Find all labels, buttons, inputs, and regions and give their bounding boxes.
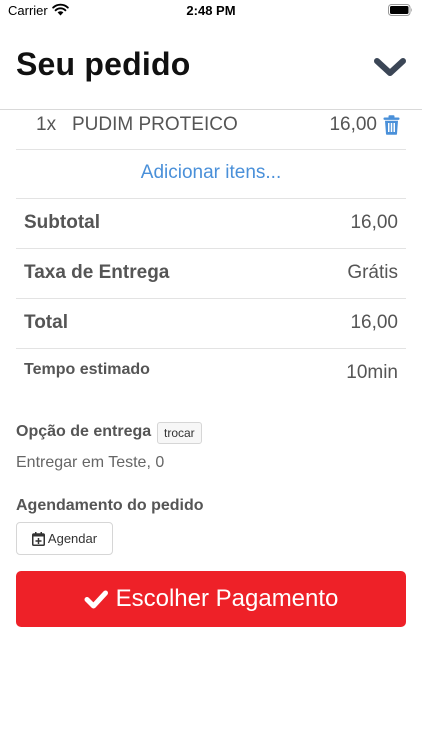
total-row: Total 16,00 bbox=[16, 299, 406, 349]
item-name: PUDIM PROTEICO bbox=[72, 114, 238, 135]
item-quantity: 1x bbox=[36, 114, 57, 135]
order-item: 1x PUDIM PROTEICO 16,00 bbox=[16, 110, 406, 150]
total-label: Total bbox=[24, 312, 68, 333]
page-title: Seu pedido bbox=[16, 46, 191, 82]
choose-payment-button[interactable]: Escolher Pagamento bbox=[16, 571, 406, 627]
check-icon bbox=[84, 590, 108, 609]
calendar-plus-icon bbox=[31, 531, 45, 546]
subtotal-row: Subtotal 16,00 bbox=[16, 199, 406, 249]
item-price: 16,00 bbox=[329, 114, 377, 135]
subtotal-value: 16,00 bbox=[350, 212, 398, 233]
schedule-button[interactable]: Agendar bbox=[16, 522, 113, 555]
header: Seu pedido bbox=[0, 22, 422, 110]
clock: 2:48 PM bbox=[186, 3, 236, 18]
chevron-down-icon bbox=[374, 58, 406, 76]
choose-payment-label: Escolher Pagamento bbox=[115, 585, 339, 612]
change-delivery-button[interactable]: trocar bbox=[157, 422, 202, 444]
status-bar: Carrier 2:48 PM bbox=[0, 0, 422, 22]
estimated-time-value: 10min bbox=[346, 362, 398, 383]
collapse-button[interactable] bbox=[372, 50, 408, 86]
scheduling-label: Agendamento do pedido bbox=[16, 497, 204, 514]
schedule-button-label: Agendar bbox=[47, 531, 98, 546]
estimated-time-row: Tempo estimado 10min bbox=[16, 349, 406, 399]
total-value: 16,00 bbox=[350, 312, 398, 333]
delivery-fee-value: Grátis bbox=[347, 262, 398, 283]
delivery-fee-label: Taxa de Entrega bbox=[24, 262, 170, 283]
add-items-link[interactable]: Adicionar itens... bbox=[141, 162, 281, 184]
delivery-option-label: Opção de entrega bbox=[16, 423, 152, 440]
estimated-time-label: Tempo estimado bbox=[24, 361, 150, 378]
battery-full-icon bbox=[388, 4, 412, 16]
delivery-fee-row: Taxa de Entrega Grátis bbox=[16, 249, 406, 299]
delivery-address: Entregar em Teste, 0 bbox=[16, 454, 165, 471]
subtotal-label: Subtotal bbox=[24, 212, 100, 233]
add-items-row: Adicionar itens... bbox=[16, 150, 406, 199]
trash-icon[interactable] bbox=[383, 115, 400, 135]
